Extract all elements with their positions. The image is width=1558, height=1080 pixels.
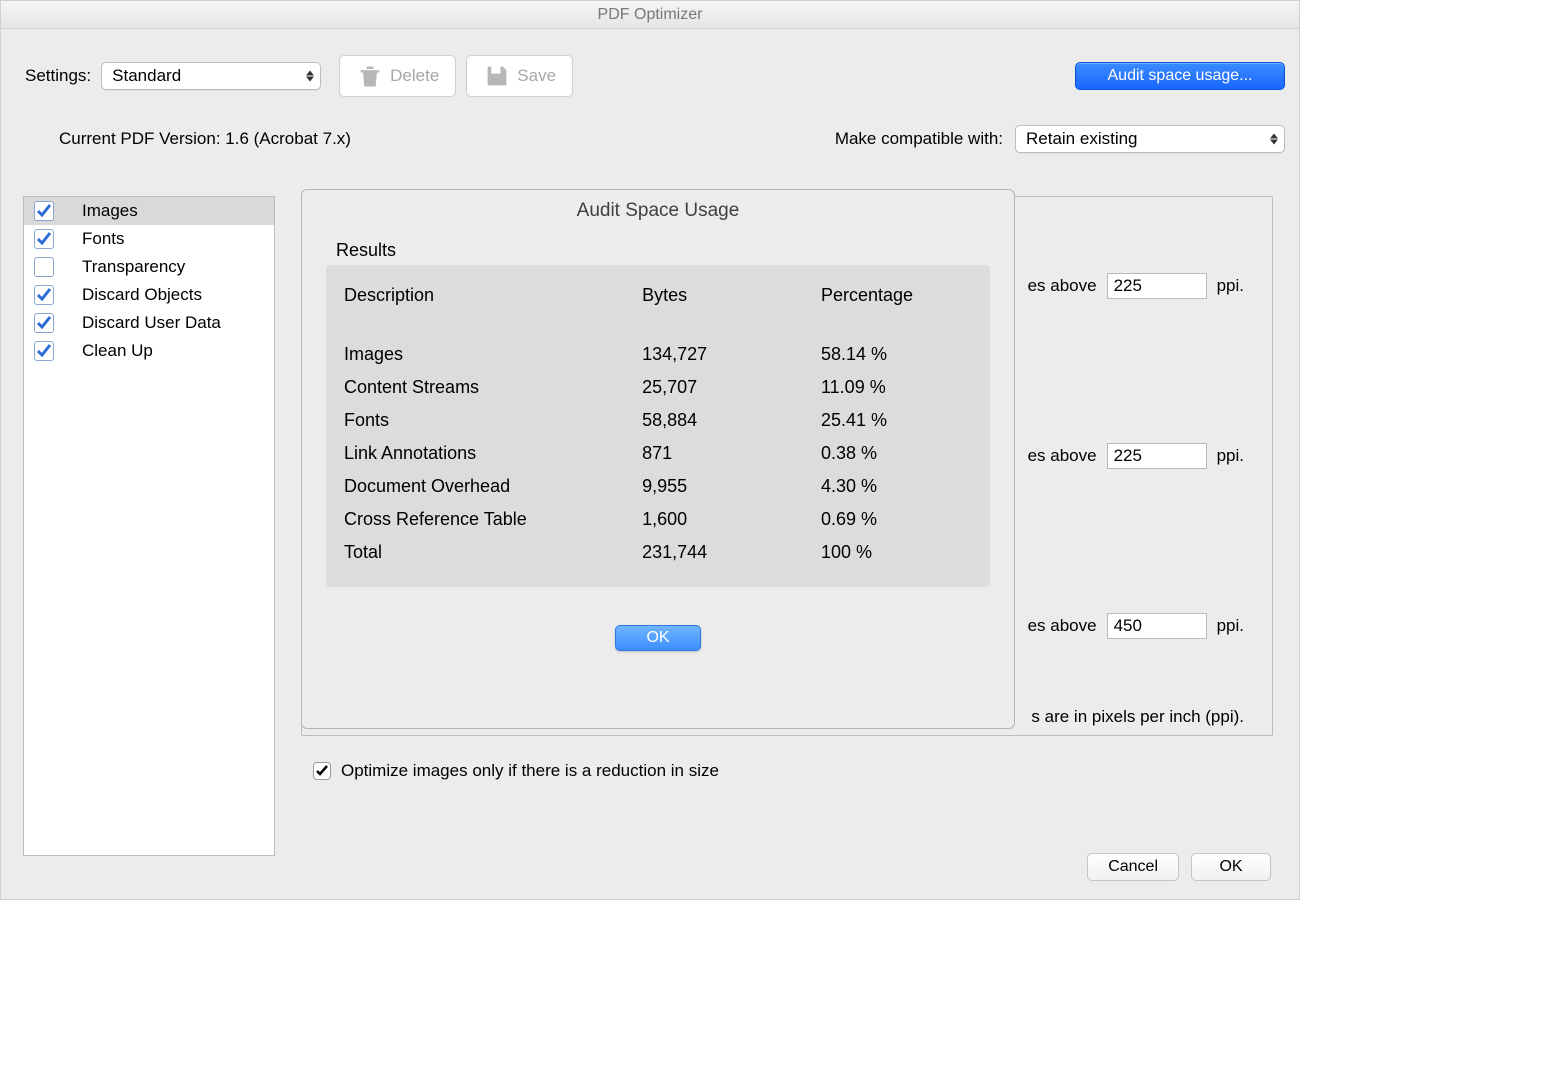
ppi-row-3: es above 450 ppi. bbox=[1028, 613, 1244, 639]
optimize-only-label: Optimize images only if there is a reduc… bbox=[341, 761, 719, 781]
make-compatible-select[interactable]: Retain existing bbox=[1015, 125, 1285, 153]
sidebar-item-fonts[interactable]: Fonts bbox=[24, 225, 274, 253]
sidebar-item-label: Clean Up bbox=[82, 341, 153, 361]
ppi-unit: ppi. bbox=[1217, 616, 1244, 636]
checkbox-discard-user-data[interactable] bbox=[34, 313, 54, 333]
optimize-only-checkbox[interactable] bbox=[313, 762, 331, 780]
sidebar-item-discard-objects[interactable]: Discard Objects bbox=[24, 281, 274, 309]
checkbox-images[interactable] bbox=[34, 201, 54, 221]
settings-select[interactable]: Standard bbox=[101, 62, 321, 90]
toolbar: Settings: Standard Delete Save Audit spa… bbox=[1, 29, 1299, 103]
delete-label: Delete bbox=[390, 66, 439, 86]
sidebar-item-transparency[interactable]: Transparency bbox=[24, 253, 274, 281]
modal-footer: OK bbox=[302, 625, 1014, 651]
table-row: Link Annotations 871 0.38 % bbox=[344, 437, 980, 470]
save-label: Save bbox=[517, 66, 556, 86]
ppi-input-1[interactable]: 225 bbox=[1107, 273, 1207, 299]
ppi-row-1: es above 225 ppi. bbox=[1028, 273, 1244, 299]
window-title: PDF Optimizer bbox=[1, 1, 1299, 29]
sidebar-item-label: Fonts bbox=[82, 229, 125, 249]
make-compatible-value: Retain existing bbox=[1026, 129, 1138, 149]
modal-ok-button[interactable]: OK bbox=[615, 625, 700, 651]
col-bytes: Bytes bbox=[642, 285, 821, 306]
col-description: Description bbox=[344, 285, 642, 306]
sidebar-item-discard-user-data[interactable]: Discard User Data bbox=[24, 309, 274, 337]
trash-icon bbox=[356, 62, 384, 90]
ppi-input-3[interactable]: 450 bbox=[1107, 613, 1207, 639]
sidebar-item-label: Discard Objects bbox=[82, 285, 202, 305]
delete-button[interactable]: Delete bbox=[339, 55, 456, 97]
save-icon bbox=[483, 62, 511, 90]
ppi-hint: s are in pixels per inch (ppi). bbox=[1031, 707, 1244, 727]
results-table: Description Bytes Percentage Images 134,… bbox=[326, 265, 990, 587]
save-button[interactable]: Save bbox=[466, 55, 573, 97]
ppi-row-2: es above 225 ppi. bbox=[1028, 443, 1244, 469]
table-row: Images 134,727 58.14 % bbox=[344, 338, 980, 371]
dialog-footer: Cancel OK bbox=[1087, 853, 1271, 881]
sidebar-item-label: Images bbox=[82, 201, 138, 221]
optimize-only-row: Optimize images only if there is a reduc… bbox=[313, 761, 719, 781]
table-header: Description Bytes Percentage bbox=[344, 279, 980, 338]
make-compatible-label: Make compatible with: bbox=[835, 129, 1003, 149]
ppi-unit: ppi. bbox=[1217, 276, 1244, 296]
subheader: Current PDF Version: 1.6 (Acrobat 7.x) M… bbox=[1, 103, 1299, 159]
table-row: Content Streams 25,707 11.09 % bbox=[344, 371, 980, 404]
checkbox-discard-objects[interactable] bbox=[34, 285, 54, 305]
sidebar-item-clean-up[interactable]: Clean Up bbox=[24, 337, 274, 365]
sidebar-item-label: Discard User Data bbox=[82, 313, 221, 333]
col-percentage: Percentage bbox=[821, 285, 980, 306]
cancel-button[interactable]: Cancel bbox=[1087, 853, 1179, 881]
settings-value: Standard bbox=[112, 66, 181, 86]
settings-label: Settings: bbox=[25, 66, 91, 86]
ppi-suffix: es above bbox=[1028, 446, 1097, 466]
ppi-suffix: es above bbox=[1028, 616, 1097, 636]
table-row: Document Overhead 9,955 4.30 % bbox=[344, 470, 980, 503]
modal-title: Audit Space Usage bbox=[302, 190, 1014, 226]
ppi-suffix: es above bbox=[1028, 276, 1097, 296]
current-pdf-version: Current PDF Version: 1.6 (Acrobat 7.x) bbox=[59, 129, 351, 149]
ppi-unit: ppi. bbox=[1217, 446, 1244, 466]
checkbox-transparency[interactable] bbox=[34, 257, 54, 277]
table-row: Fonts 58,884 25.41 % bbox=[344, 404, 980, 437]
checkbox-clean-up[interactable] bbox=[34, 341, 54, 361]
audit-space-usage-button[interactable]: Audit space usage... bbox=[1075, 62, 1285, 90]
sidebar-item-label: Transparency bbox=[82, 257, 185, 277]
audit-space-usage-dialog: Audit Space Usage Results Description By… bbox=[301, 189, 1015, 729]
ok-button[interactable]: OK bbox=[1191, 853, 1271, 881]
table-row: Cross Reference Table 1,600 0.69 % bbox=[344, 503, 980, 536]
category-sidebar: Images Fonts Transparency Discard Object… bbox=[23, 196, 275, 856]
pdf-optimizer-window: PDF Optimizer Settings: Standard Delete … bbox=[0, 0, 1300, 900]
chevron-updown-icon bbox=[306, 71, 314, 82]
results-label: Results bbox=[302, 226, 1014, 265]
sidebar-item-images[interactable]: Images bbox=[24, 197, 274, 225]
ppi-input-2[interactable]: 225 bbox=[1107, 443, 1207, 469]
table-row: Total 231,744 100 % bbox=[344, 536, 980, 569]
checkbox-fonts[interactable] bbox=[34, 229, 54, 249]
chevron-updown-icon bbox=[1270, 134, 1278, 145]
